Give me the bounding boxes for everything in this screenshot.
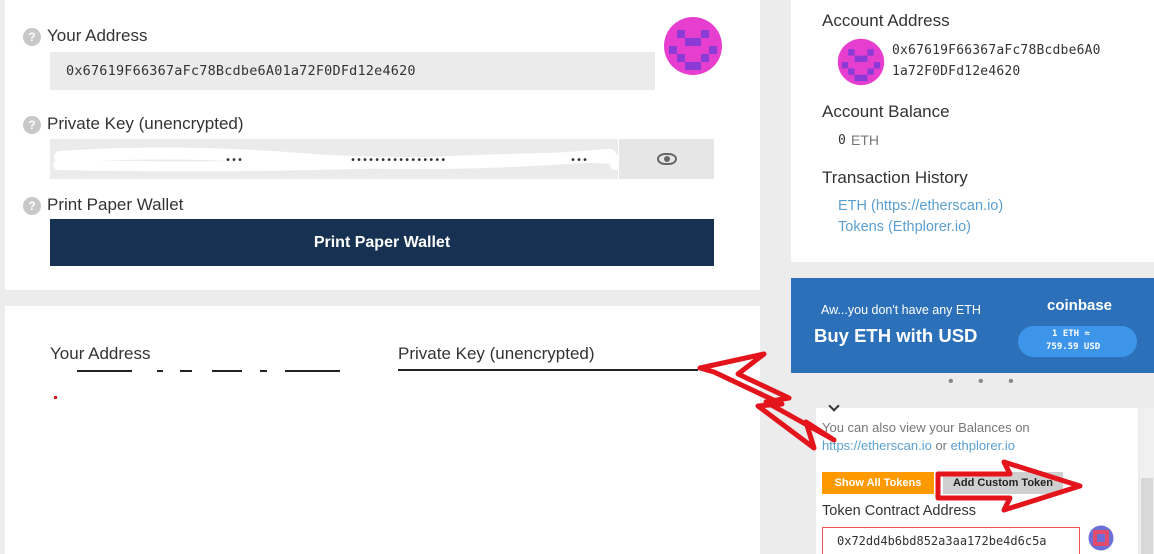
transaction-history-label: Transaction History: [822, 168, 968, 187]
private-key-masked-value: ••• •••••••••••••••• •••: [53, 147, 618, 172]
red-lightning-arrow-annotation: [697, 351, 837, 451]
or-text: or: [931, 438, 951, 453]
your-address-label: Your Address: [47, 26, 148, 45]
print-paper-wallet-label: Print Paper Wallet: [47, 195, 184, 214]
coinbase-cta: Buy ETH with USD: [814, 325, 978, 346]
token-contract-address-input[interactable]: 0x72dd4b6bd852a3aa172be4d6c5a: [822, 527, 1080, 554]
svg-text:•••: •••: [570, 155, 588, 166]
wallet-info-panel: ? Your Address 0x67619F66367aFc78Bcdbe6A…: [5, 0, 760, 290]
token-identicon: [1088, 525, 1114, 551]
toggle-visibility-button[interactable]: [619, 139, 714, 179]
identicon-avatar: [664, 17, 722, 75]
account-balance-label: Account Balance: [822, 102, 950, 121]
your-address-value: 0x67619F66367aFc78Bcdbe6A01a72F0DFd12e46…: [66, 63, 416, 79]
eth-usd-rate-pill: 1 ETH ≈ 759.59 USD: [1018, 326, 1137, 357]
account-address-line-2: 1a72F0DFd12e4620: [892, 64, 1021, 79]
help-icon[interactable]: ?: [23, 28, 41, 46]
carousel-dots[interactable]: • • •: [948, 373, 1024, 391]
account-info-panel: Account Address 0x67619F66367aFc78Bcdbe6…: [791, 0, 1154, 262]
paper-wallet-preview: Your Address Private Key (unencrypted): [5, 306, 760, 554]
balance-unit: ETH: [851, 132, 879, 148]
svg-text:•••: •••: [225, 155, 243, 166]
your-address-field[interactable]: 0x67619F66367aFc78Bcdbe6A01a72F0DFd12e46…: [50, 52, 655, 90]
paper-private-key-label: Private Key (unencrypted): [398, 344, 595, 363]
rate-line-1: 1 ETH ≈: [1052, 329, 1090, 339]
tx-link-etherscan[interactable]: ETH (https://etherscan.io): [838, 198, 1003, 214]
account-identicon: [837, 38, 885, 86]
show-all-tokens-button[interactable]: Show All Tokens: [822, 472, 934, 494]
svg-text:••••••••••••••••: ••••••••••••••••: [350, 155, 446, 166]
ethplorer-link[interactable]: ethplorer.io: [951, 438, 1015, 453]
paper-your-address-label: Your Address: [50, 344, 151, 363]
account-address-line-1: 0x67619F66367aFc78Bcdbe6A0: [892, 43, 1101, 58]
scrollbar-thumb[interactable]: [1141, 478, 1153, 554]
print-paper-wallet-button[interactable]: Print Paper Wallet: [50, 219, 714, 266]
red-right-arrow-annotation: [935, 459, 1083, 513]
eye-icon: [657, 153, 677, 165]
coinbase-logo: coinbase: [1047, 297, 1113, 314]
red-dot-marker: [54, 396, 57, 399]
paper-address-underline: [77, 370, 340, 372]
help-icon[interactable]: ?: [23, 116, 41, 134]
private-key-field[interactable]: ••• •••••••••••••••• •••: [50, 139, 618, 179]
private-key-label: Private Key (unencrypted): [47, 114, 244, 133]
balance-amount: 0: [838, 133, 846, 148]
tx-link-ethplorer[interactable]: Tokens (Ethplorer.io): [838, 219, 971, 235]
paper-private-key-underline: [398, 369, 698, 371]
account-address-label: Account Address: [822, 11, 950, 30]
help-icon[interactable]: ?: [23, 197, 41, 215]
coinbase-tagline: Aw...you don't have any ETH: [821, 303, 981, 317]
rate-line-2: 759.59 USD: [1046, 342, 1101, 352]
